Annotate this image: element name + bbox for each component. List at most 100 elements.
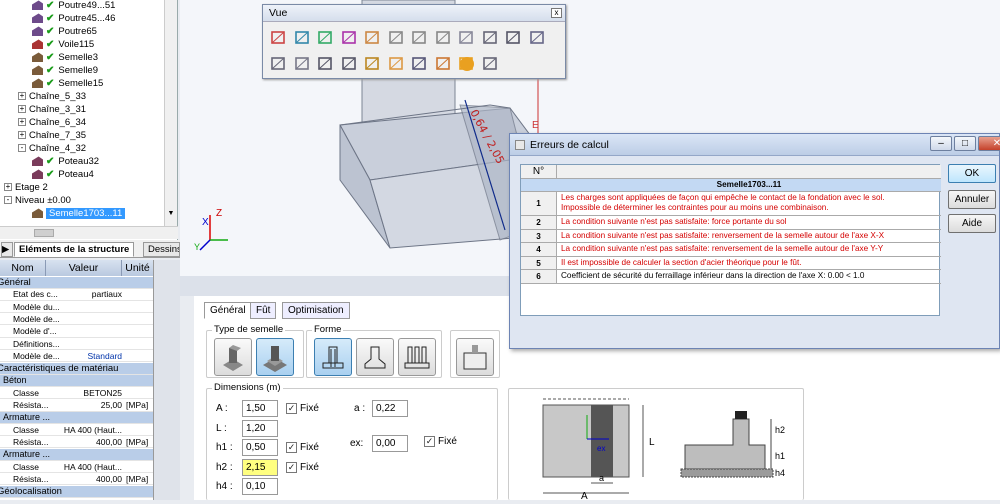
view-3d-xyz-icon[interactable]: [269, 28, 289, 48]
vue-toolbar[interactable]: Vue x: [262, 4, 566, 79]
property-section[interactable]: Caractéristiques de matériau: [0, 363, 153, 375]
tab-general[interactable]: Général: [204, 302, 252, 319]
expand-icon[interactable]: +: [4, 183, 12, 192]
tree-item[interactable]: - Chaîne_4_32: [18, 142, 86, 155]
a-input[interactable]: 0,22: [372, 400, 408, 417]
close-icon[interactable]: ✕: [978, 136, 1000, 151]
tree-horizontal-scrollbar[interactable]: [0, 226, 178, 239]
forme-multi-button[interactable]: [398, 338, 436, 376]
zoom-window-icon[interactable]: [316, 54, 336, 74]
move-icon[interactable]: [528, 28, 548, 48]
pan-hand-icon[interactable]: [434, 54, 454, 74]
tree-item[interactable]: ✔ Semelle15: [32, 77, 103, 90]
dim-input[interactable]: 0,10: [242, 478, 278, 495]
property-row[interactable]: Définitions...: [0, 339, 153, 350]
tree-item[interactable]: Semelle1703...11: [32, 207, 126, 220]
minimize-icon[interactable]: –: [930, 136, 952, 151]
view-yz-icon[interactable]: [340, 28, 360, 48]
vue-close-icon[interactable]: x: [551, 8, 562, 18]
error-row[interactable]: 3 La condition suivante n'est pas satisfa…: [521, 229, 941, 243]
walk-icon[interactable]: [269, 54, 289, 74]
property-row[interactable]: Modèle de... Standard: [0, 351, 153, 363]
ex-input[interactable]: 0,00: [372, 435, 408, 452]
expand-icon[interactable]: +: [18, 105, 26, 114]
property-section[interactable]: Armature ...: [0, 449, 153, 461]
fixe-checkbox[interactable]: ✓: [286, 403, 297, 414]
error-row[interactable]: 1 Les charges sont appliquées de façon qu…: [521, 192, 941, 216]
dim-input[interactable]: 2,15: [242, 458, 278, 476]
tree-item[interactable]: + Chaîne_6_34: [18, 116, 86, 129]
tree-item[interactable]: ✔ Semelle9: [32, 64, 98, 77]
col-header-name[interactable]: Nom: [0, 260, 46, 276]
tab-drawings[interactable]: Dessins: [143, 242, 180, 257]
tree-item[interactable]: ✔ Poteau4: [32, 168, 94, 181]
box-icon[interactable]: [457, 28, 477, 48]
expand-icon[interactable]: +: [18, 131, 26, 140]
axis-2-icon[interactable]: [410, 28, 430, 48]
axis-3-icon[interactable]: [434, 28, 454, 48]
footing-type-2-button[interactable]: [256, 338, 294, 376]
fixe-checkbox[interactable]: ✓: [286, 461, 297, 473]
maximize-icon[interactable]: □: [954, 136, 976, 151]
help-button[interactable]: Aide: [948, 214, 996, 233]
property-row[interactable]: Etat des c... partiaux: [0, 289, 153, 301]
col-header-unit[interactable]: Unité: [122, 260, 153, 276]
property-row[interactable]: Résista... 400,00 [MPa]: [0, 437, 153, 449]
col-header-value[interactable]: Valeur: [46, 260, 122, 276]
screen-icon[interactable]: [481, 54, 501, 74]
error-row[interactable]: 6 Coefficient de sécurité du ferraillage …: [521, 270, 941, 284]
rotate-2-icon[interactable]: [387, 54, 407, 74]
group-icon[interactable]: [504, 28, 524, 48]
property-row[interactable]: Résista... 25,00 [MPa]: [0, 400, 153, 412]
fixe-checkbox[interactable]: ✓: [286, 442, 297, 453]
property-row[interactable]: Modèle d'...: [0, 326, 153, 338]
errors-dialog[interactable]: Erreurs de calcul – □ ✕ N° Semelle1703..…: [509, 133, 1000, 349]
property-row[interactable]: Modèle de...: [0, 314, 153, 326]
view-xz-icon[interactable]: [316, 28, 336, 48]
tab-structure-elements[interactable]: Eléments de la structure: [14, 242, 135, 257]
zoom-icon[interactable]: [410, 54, 430, 74]
property-section[interactable]: Général: [0, 277, 153, 289]
ex-fixe-checkbox[interactable]: ✓: [424, 436, 435, 447]
error-row[interactable]: 5 Il est impossible de calculer la sectio…: [521, 256, 941, 270]
dim-input[interactable]: 0,50: [242, 439, 278, 456]
expand-icon[interactable]: +: [18, 92, 26, 101]
property-section[interactable]: Béton: [0, 375, 153, 387]
tree-vertical-scrollbar[interactable]: ▼: [164, 0, 177, 226]
tree-item[interactable]: + Chaîne_3_31: [18, 103, 86, 116]
property-row[interactable]: Classe BETON25: [0, 388, 153, 400]
error-row[interactable]: 4 La condition suivante n'est pas satisfa…: [521, 243, 941, 257]
forme-rect-button[interactable]: [314, 338, 352, 376]
rotate-icon[interactable]: [363, 54, 383, 74]
sphere-icon[interactable]: [457, 54, 477, 74]
tree-item[interactable]: ✔ Poutre49...51: [32, 0, 115, 12]
ok-button[interactable]: OK: [948, 164, 996, 183]
footing-type-1-button[interactable]: [214, 338, 252, 376]
tree-item[interactable]: ✔ Voile115: [32, 38, 94, 51]
tab-fut[interactable]: Fût: [250, 302, 277, 319]
property-section[interactable]: Géolocalisation: [0, 486, 153, 498]
tree-item[interactable]: ✔ Poutre45...46: [32, 12, 115, 25]
property-row[interactable]: Résista... 400,00 [MPa]: [0, 474, 153, 486]
tree-item[interactable]: + Chaîne_7_35: [18, 129, 86, 142]
tab-scroll-left-icon[interactable]: ▶: [1, 242, 13, 257]
property-value[interactable]: 400,00: [58, 437, 122, 448]
pen-icon[interactable]: [481, 28, 501, 48]
error-row[interactable]: 2 La condition suivante n'est pas satisfa…: [521, 216, 941, 230]
property-value[interactable]: partiaux: [58, 289, 122, 300]
property-row[interactable]: Classe HA 400 (Haut...: [0, 425, 153, 437]
tree-item[interactable]: ✔ Semelle3: [32, 51, 98, 64]
tree-item[interactable]: + Etage 2: [4, 181, 48, 194]
tree-item[interactable]: ✔ Poutre65: [32, 25, 97, 38]
tree-item[interactable]: + Chaîne_5_33: [18, 90, 86, 103]
vue-toolbar-title[interactable]: Vue: [263, 5, 565, 22]
property-value[interactable]: Standard: [58, 351, 123, 362]
properties-grid[interactable]: Nom Valeur Unité Général Etat des c... par…: [0, 260, 154, 500]
property-value[interactable]: HA 400 (Haut...: [58, 462, 122, 473]
errors-table[interactable]: N° Semelle1703...11 1 Les charges sont ap…: [520, 164, 941, 316]
expand-icon[interactable]: +: [18, 118, 26, 127]
axis-1-icon[interactable]: [387, 28, 407, 48]
view-iso-icon[interactable]: [363, 28, 383, 48]
cancel-button[interactable]: Annuler: [948, 190, 996, 209]
tree-item[interactable]: - Niveau ±0.00: [4, 194, 71, 207]
